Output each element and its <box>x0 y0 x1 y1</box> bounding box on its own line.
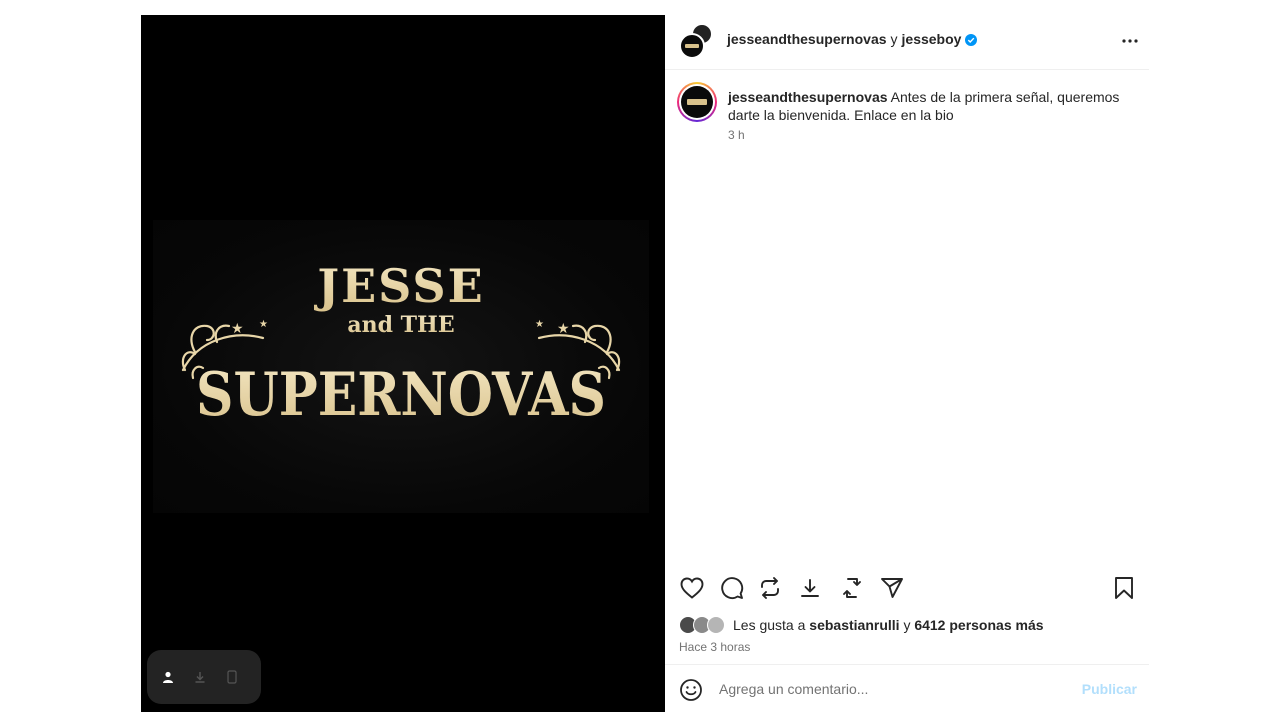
verified-badge-icon <box>965 33 978 46</box>
caption-timestamp[interactable]: 3 h <box>728 128 745 142</box>
post-dialog: ★ ★ ★ ★ JESSE and THE SUPERNOVAS jessean… <box>141 15 1149 712</box>
post-details-panel: jesseandthesupernovas y jesseboy jessean… <box>665 15 1149 712</box>
liker-username-link[interactable]: sebastianrulli <box>809 617 899 633</box>
logo-line-andthe: and THE <box>347 312 454 338</box>
caption-text-block: jesseandthesupernovas Antes de la primer… <box>728 88 1128 124</box>
logo-line-supernovas: SUPERNOVAS <box>196 360 606 430</box>
like-heart-icon[interactable] <box>679 575 705 601</box>
post-header: jesseandthesupernovas y jesseboy <box>665 15 1149 70</box>
user-tag-icon[interactable] <box>155 664 181 690</box>
liker-avatar[interactable] <box>707 616 725 634</box>
likes-joiner: y <box>903 617 911 633</box>
post-authors: jesseandthesupernovas y jesseboy <box>727 31 978 47</box>
likes-prefix: Les gusta a <box>733 617 806 633</box>
media-controls <box>147 650 261 704</box>
download-icon[interactable] <box>187 664 213 690</box>
svg-text:★: ★ <box>259 319 268 330</box>
more-options-icon[interactable] <box>1117 29 1143 53</box>
caption-author-avatar[interactable] <box>677 82 717 122</box>
author-avatars[interactable] <box>679 23 715 59</box>
post-media[interactable]: ★ ★ ★ ★ JESSE and THE SUPERNOVAS <box>141 15 665 712</box>
collaborator-username-link[interactable]: jesseboy <box>902 31 962 47</box>
liker-avatars[interactable] <box>679 615 731 635</box>
reshare-frame-icon[interactable] <box>839 575 865 601</box>
svg-text:★: ★ <box>557 321 570 337</box>
band-logo-image: ★ ★ ★ ★ JESSE and THE SUPERNOVAS <box>153 220 649 513</box>
caption-username-link[interactable]: jesseandthesupernovas <box>728 89 888 105</box>
publish-comment-button[interactable]: Publicar <box>1082 681 1137 697</box>
download-post-icon[interactable] <box>797 575 823 601</box>
save-bookmark-icon[interactable] <box>1111 575 1137 601</box>
share-send-icon[interactable] <box>879 575 905 601</box>
logo-line-jesse: JESSE <box>313 259 484 313</box>
repost-icon[interactable] <box>757 575 783 601</box>
svg-text:★: ★ <box>231 321 244 337</box>
comment-input[interactable] <box>719 677 1059 701</box>
comment-bar: Publicar <box>665 664 1149 712</box>
likes-summary: Les gusta a sebastianrulli y 6412 person… <box>679 615 1044 635</box>
author-username-link[interactable]: jesseandthesupernovas <box>727 31 887 47</box>
comment-bubble-icon[interactable] <box>719 575 745 601</box>
post-caption: jesseandthesupernovas Antes de la primer… <box>665 70 1149 142</box>
authors-conjunction: y <box>890 31 898 47</box>
svg-text:★: ★ <box>535 319 544 330</box>
emoji-icon[interactable] <box>679 678 703 702</box>
post-timestamp[interactable]: Hace 3 horas <box>679 640 750 654</box>
likes-count-link[interactable]: 6412 personas más <box>914 617 1043 633</box>
author-avatar[interactable] <box>679 33 705 59</box>
post-actions <box>665 573 1149 603</box>
phone-icon[interactable] <box>219 664 245 690</box>
